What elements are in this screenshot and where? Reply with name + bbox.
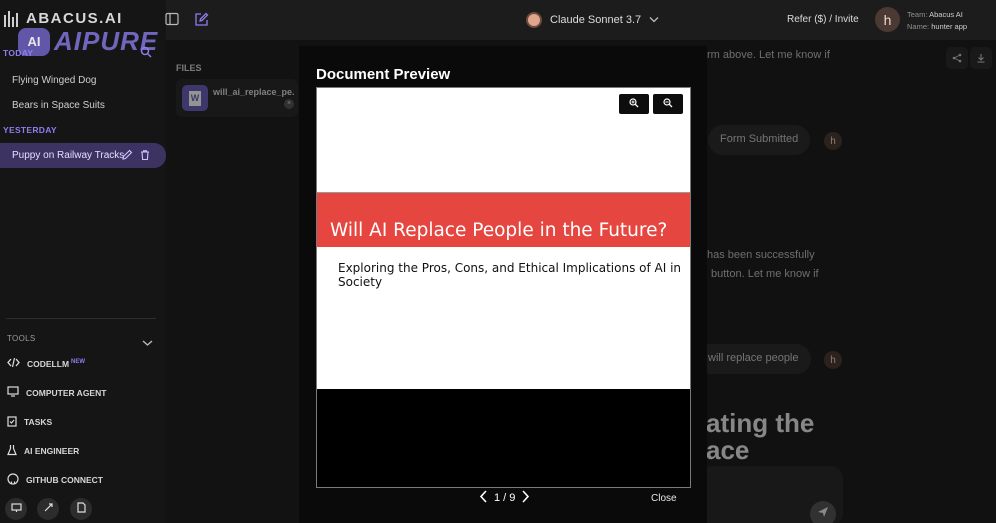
chevron-right-icon[interactable] bbox=[521, 490, 530, 506]
today-label: TODAY bbox=[3, 48, 34, 58]
pagination: 1 / 9 bbox=[479, 490, 530, 506]
zoom-in-button[interactable] bbox=[619, 94, 649, 114]
new-chat-icon[interactable] bbox=[194, 12, 209, 32]
trash-icon[interactable] bbox=[139, 148, 151, 166]
chat-item-label: Puppy on Railway Tracks bbox=[12, 150, 125, 161]
github-icon bbox=[7, 473, 19, 487]
document-preview-frame: Will AI Replace People in the Future? Ex… bbox=[316, 87, 691, 488]
tool-label: GITHUB CONNECT bbox=[26, 475, 103, 485]
chevron-down-icon[interactable] bbox=[142, 334, 153, 352]
tool-label: AI ENGINEER bbox=[24, 446, 80, 456]
desktop-app-button[interactable] bbox=[5, 498, 27, 520]
model-avatar bbox=[526, 12, 542, 28]
slide-title-band: Will AI Replace People in the Future? bbox=[317, 193, 690, 247]
refer-invite-link[interactable]: Refer ($) / Invite bbox=[787, 14, 859, 25]
monitor-icon bbox=[7, 386, 19, 399]
search-icon[interactable] bbox=[140, 45, 152, 63]
tool-label: CODELLM bbox=[27, 358, 70, 369]
team-value: Abacus AI bbox=[929, 10, 963, 19]
slide-subtitle: Exploring the Pros, Cons, and Ethical Im… bbox=[338, 261, 682, 289]
team-info: Team: Abacus AI Name: hunter app bbox=[907, 9, 967, 33]
user-avatar[interactable]: h bbox=[875, 7, 900, 32]
team-key: Team: bbox=[907, 10, 928, 19]
clipboard-icon bbox=[7, 415, 17, 429]
tool-github-connect[interactable]: GITHUB CONNECT bbox=[7, 473, 103, 487]
documents-button[interactable] bbox=[70, 498, 92, 520]
app-logo[interactable]: ABACUS.AI bbox=[4, 10, 123, 27]
edit-icon[interactable] bbox=[121, 148, 133, 166]
monitor-icon bbox=[10, 500, 22, 518]
flask-icon bbox=[7, 444, 17, 458]
logo-text: ABACUS.AI bbox=[26, 10, 123, 27]
tool-label: COMPUTER AGENT bbox=[26, 387, 107, 398]
abacus-logo-icon bbox=[4, 10, 20, 27]
document-icon bbox=[76, 500, 86, 518]
extension-button[interactable] bbox=[37, 498, 59, 520]
tool-ai-engineer[interactable]: AI ENGINEER bbox=[7, 444, 79, 458]
modal-title: Document Preview bbox=[316, 66, 451, 83]
page-indicator: 1 / 9 bbox=[494, 492, 516, 504]
name-value: hunter app bbox=[931, 22, 968, 31]
zoom-out-icon bbox=[663, 95, 673, 113]
chevron-left-icon[interactable] bbox=[479, 490, 488, 506]
chevron-down-icon bbox=[649, 14, 659, 26]
name-key: Name: bbox=[907, 22, 930, 31]
tool-label: TASKS bbox=[24, 417, 53, 427]
chat-item-flying-winged-dog[interactable]: Flying Winged Dog bbox=[12, 75, 96, 86]
yesterday-label: YESTERDAY bbox=[3, 125, 57, 135]
rocket-icon bbox=[43, 500, 54, 518]
zoom-out-button[interactable] bbox=[653, 94, 683, 114]
sidebar-toggle-icon[interactable] bbox=[165, 12, 179, 31]
tool-tasks[interactable]: TASKS bbox=[7, 415, 52, 429]
tool-computer-agent[interactable]: COMPUTER AGENT bbox=[7, 386, 106, 399]
tool-codellm[interactable]: CODELLM NEW bbox=[7, 357, 85, 370]
tools-label: TOOLS bbox=[7, 334, 36, 343]
chat-item-bears-in-space-suits[interactable]: Bears in Space Suits bbox=[12, 100, 105, 111]
chat-item-puppy-on-railway-tracks[interactable]: Puppy on Railway Tracks bbox=[0, 143, 166, 168]
sidebar-divider bbox=[6, 318, 156, 319]
aipure-watermark: AI AIPURE bbox=[18, 26, 158, 57]
code-icon bbox=[7, 357, 20, 370]
slide-page: Will AI Replace People in the Future? Ex… bbox=[317, 88, 690, 389]
zoom-in-icon bbox=[629, 95, 639, 113]
sidebar: ABACUS.AI AI AIPURE TODAY Flying Winged … bbox=[0, 0, 166, 523]
model-selector[interactable]: Claude Sonnet 3.7 bbox=[526, 12, 659, 28]
close-button[interactable]: Close bbox=[651, 493, 677, 504]
document-preview-modal: Document Preview Will AI Replace People … bbox=[299, 46, 707, 523]
slide-title: Will AI Replace People in the Future? bbox=[330, 220, 668, 241]
model-name: Claude Sonnet 3.7 bbox=[550, 14, 642, 26]
new-badge: NEW bbox=[71, 358, 86, 365]
